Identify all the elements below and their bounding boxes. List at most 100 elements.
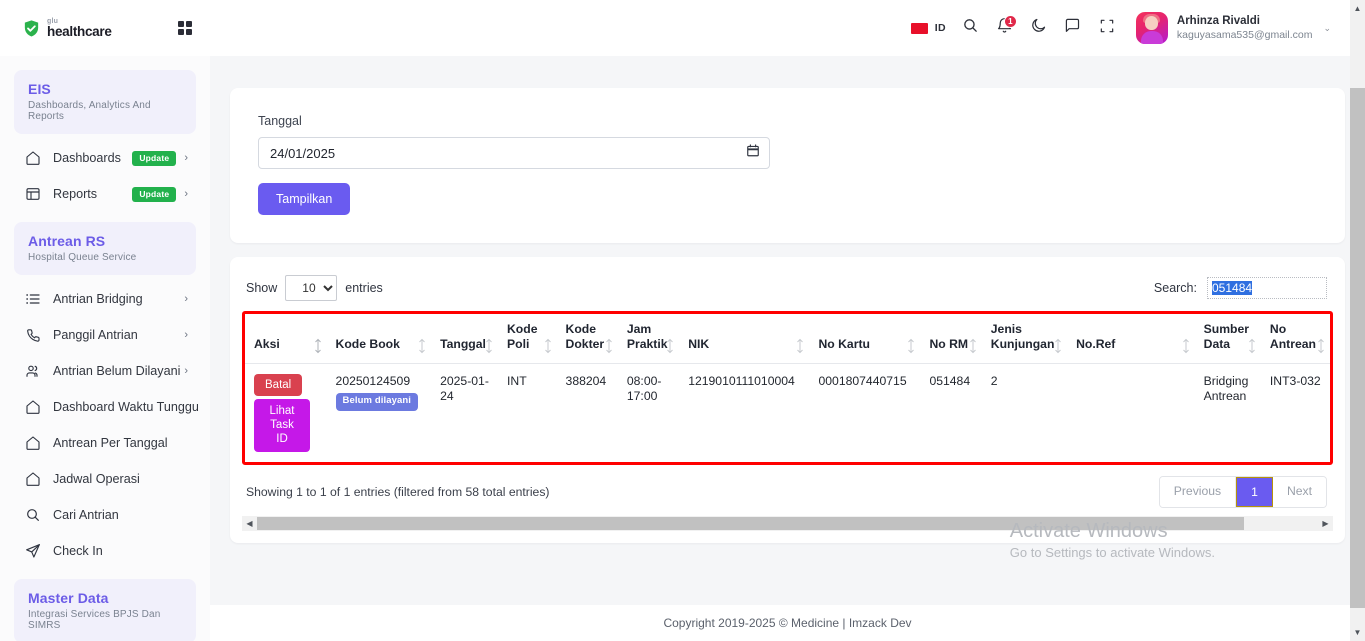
shield-check-icon: [22, 19, 41, 38]
sidebar-item-dashboard-waktu-tunggu[interactable]: Dashboard Waktu Tunggu: [14, 389, 199, 425]
topbar-actions: ID 1 Arhinza Rivaldi kaguyasama535@gmail…: [910, 11, 1331, 45]
topbar: ID 1 Arhinza Rivaldi kaguyasama535@gmail…: [210, 0, 1365, 56]
th-no-ref[interactable]: No.Ref: [1067, 314, 1195, 364]
scroll-right-icon[interactable]: ▶: [1318, 516, 1333, 532]
status-badge: Update: [132, 186, 177, 202]
notification-count-badge: 1: [1003, 15, 1017, 28]
sidebar-item-antrian-bridging[interactable]: Antrian Bridging ›: [14, 281, 196, 317]
datatable-card: Show 10 25 50 100 entries Search:: [230, 257, 1345, 543]
sidebar-nav: EIS Dashboards, Analytics And Reports Da…: [0, 56, 210, 641]
table-row: Batal Lihat Task ID 20250124509 Belum di…: [245, 363, 1330, 462]
scroll-left-icon[interactable]: ◀: [242, 516, 257, 532]
sidebar-item-label: Panggil Antrian: [53, 328, 138, 342]
page-length-control: Show 10 25 50 100 entries: [246, 275, 383, 301]
th-kode-poli[interactable]: Kode Poli: [498, 314, 557, 364]
sidebar-item-label: Jadwal Operasi: [53, 472, 140, 486]
sort-icon: [1247, 338, 1257, 354]
page-length-select[interactable]: 10 25 50 100: [285, 275, 338, 301]
brand-logo[interactable]: glu healthcare: [22, 18, 112, 39]
sidebar-item-check-in[interactable]: Check In: [14, 533, 196, 569]
horizontal-scroll-track[interactable]: [257, 516, 1318, 532]
th-jenis-kunjungan[interactable]: Jenis Kunjungan: [981, 314, 1068, 364]
sidebar-item-cari-antrian[interactable]: Cari Antrian: [14, 497, 196, 533]
datatable-footer: Showing 1 to 1 of 1 entries (filtered fr…: [242, 465, 1333, 508]
phone-icon: [24, 326, 42, 344]
sidebar-item-jadwal-operasi[interactable]: Jadwal Operasi: [14, 461, 196, 497]
th-aksi[interactable]: Aksi: [245, 314, 327, 364]
cell-no-antrean: INT3-032: [1269, 373, 1321, 388]
brand-name: healthcare: [47, 23, 112, 39]
sidebar: glu healthcare EIS Dashboards, Analytics…: [0, 0, 210, 641]
moon-icon: [1030, 17, 1047, 39]
search-input[interactable]: [1207, 277, 1327, 299]
pagination-previous[interactable]: Previous: [1159, 476, 1237, 507]
dark-mode-toggle[interactable]: [1022, 11, 1056, 45]
messages-button[interactable]: [1056, 11, 1090, 45]
cell-no-rm: 051484: [929, 373, 971, 388]
sidebar-section-title: Antrean RS: [28, 233, 106, 249]
sort-icon: [313, 338, 323, 354]
table-head: Aksi Kode Book Tanggal Kode Poli Kode Do…: [245, 314, 1330, 364]
cell-aksi: Batal Lihat Task ID: [245, 363, 327, 462]
flag-icon: [910, 22, 928, 34]
language-code: ID: [934, 22, 946, 34]
th-no-kartu[interactable]: No Kartu: [809, 314, 921, 364]
sort-icon: [543, 338, 553, 354]
chevron-right-icon: ›: [184, 292, 188, 305]
sort-icon: [1316, 338, 1326, 354]
th-no-antrean[interactable]: No Antrean: [1260, 314, 1330, 364]
th-kode-book[interactable]: Kode Book: [326, 314, 432, 364]
sidebar-item-dashboards[interactable]: Dashboards Update ›: [14, 140, 196, 176]
user-menu[interactable]: Arhinza Rivaldi kaguyasama535@gmail.com …: [1135, 12, 1331, 44]
sidebar-item-label: Antrian Bridging: [53, 292, 143, 306]
table-highlight-outline: Aksi Kode Book Tanggal Kode Poli Kode Do…: [242, 311, 1333, 465]
cell-tanggal: 2025-01-24: [440, 373, 489, 404]
horizontal-scroll-thumb[interactable]: [257, 517, 1244, 531]
notifications-button[interactable]: 1: [988, 11, 1022, 45]
entries-label: entries: [345, 281, 383, 295]
scroll-up-icon[interactable]: ▲: [1350, 0, 1365, 17]
sidebar-item-antrean-per-tanggal[interactable]: Antrean Per Tanggal: [14, 425, 196, 461]
app-root: glu healthcare EIS Dashboards, Analytics…: [0, 0, 1365, 641]
th-nik[interactable]: NIK: [679, 314, 810, 364]
th-tanggal[interactable]: Tanggal: [431, 314, 498, 364]
sidebar-item-label: Cari Antrian: [53, 508, 119, 522]
sidebar-section-title: Master Data: [28, 590, 109, 606]
home-icon: [24, 434, 42, 452]
page-footer: Copyright 2019-2025 © Medicine | Imzack …: [210, 605, 1365, 641]
cell-jam-praktik: 08:00-17:00: [626, 373, 662, 404]
pagination: Previous 1 Next: [1158, 475, 1327, 508]
language-switcher[interactable]: ID: [910, 22, 946, 34]
sidebar-item-reports[interactable]: Reports Update ›: [14, 176, 196, 212]
sidebar-section-eis: EIS Dashboards, Analytics And Reports: [14, 70, 196, 134]
grid-icon[interactable]: [177, 20, 192, 36]
lihat-task-id-button[interactable]: Lihat Task ID: [254, 398, 310, 452]
sidebar-item-antrian-belum-dilayani[interactable]: Antrian Belum Dilayani ›: [14, 353, 196, 389]
pagination-page-1[interactable]: 1: [1236, 476, 1273, 507]
th-jam-praktik[interactable]: Jam Praktik: [617, 314, 680, 364]
page-title-clip: [230, 56, 1345, 76]
tampilkan-button[interactable]: Tampilkan: [258, 183, 351, 215]
list-icon: [24, 290, 42, 308]
avatar: [1135, 12, 1168, 44]
vertical-scroll-thumb[interactable]: [1350, 88, 1365, 608]
pagination-next[interactable]: Next: [1272, 476, 1326, 507]
sort-icon: [795, 338, 805, 354]
table-body: Batal Lihat Task ID 20250124509 Belum di…: [245, 363, 1330, 462]
th-sumber-data[interactable]: Sumber Data: [1194, 314, 1261, 364]
batal-button[interactable]: Batal: [254, 373, 303, 396]
scroll-down-icon[interactable]: ▼: [1350, 624, 1365, 641]
cell-kode-book: 20250124509 Belum dilayani: [327, 363, 432, 462]
page-vertical-scrollbar[interactable]: ▲ ▼: [1350, 0, 1365, 641]
th-no-rm[interactable]: No RM: [920, 314, 982, 364]
search-button[interactable]: [954, 11, 988, 45]
date-input[interactable]: [258, 137, 770, 169]
fullscreen-button[interactable]: [1090, 11, 1124, 45]
sort-icon: [906, 338, 916, 354]
horizontal-scrollbar[interactable]: ◀ ▶: [242, 515, 1333, 532]
sidebar-brand-row: glu healthcare: [0, 0, 210, 56]
sidebar-section-subtitle: Hospital Queue Service: [28, 252, 137, 263]
cell-nik: 1219010111010004: [688, 373, 795, 388]
th-kode-dokter[interactable]: Kode Dokter: [556, 314, 618, 364]
sidebar-item-panggil-antrian[interactable]: Panggil Antrian ›: [14, 317, 196, 353]
